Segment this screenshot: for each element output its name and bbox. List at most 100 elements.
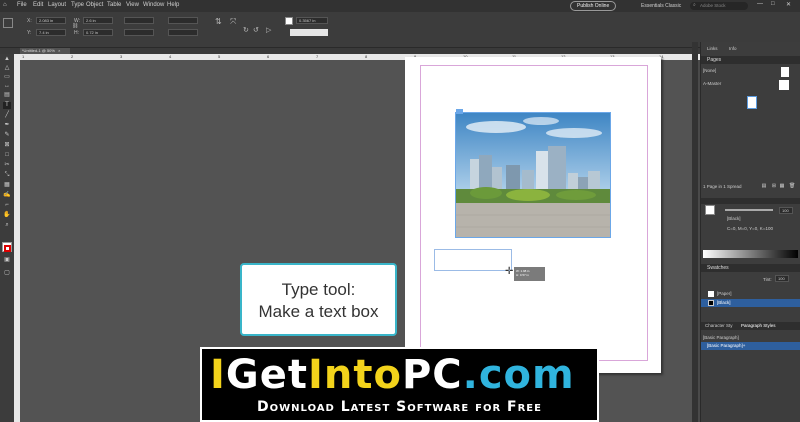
x-label: X: bbox=[27, 18, 32, 24]
link-badge-icon[interactable] bbox=[456, 109, 463, 114]
selection-tool-icon[interactable]: ▲ bbox=[3, 56, 11, 63]
page-tool-icon[interactable]: ▭ bbox=[3, 74, 11, 81]
publish-online-button[interactable]: Publish Online bbox=[570, 1, 617, 11]
panel-tab-info[interactable]: Info bbox=[729, 46, 737, 51]
ruler-tick-label: 4 bbox=[169, 54, 172, 59]
new-text-frame[interactable] bbox=[434, 249, 512, 271]
panel-tab-links[interactable]: Links bbox=[707, 46, 718, 51]
page-size-icon[interactable]: ▤ bbox=[761, 183, 767, 189]
swatch-tint-field[interactable]: 100 bbox=[775, 275, 789, 282]
color-tint-field[interactable]: 100 bbox=[779, 207, 793, 214]
search-icon: ⌕ bbox=[693, 2, 696, 8]
fill-swatch[interactable] bbox=[285, 17, 293, 25]
formatting-affects-container-icon[interactable]: ▣ bbox=[3, 257, 11, 264]
transform-icon[interactable]: ⤧ bbox=[230, 17, 236, 27]
menu-help[interactable]: Help bbox=[167, 2, 179, 8]
x-field[interactable]: 2.083 in bbox=[36, 17, 66, 24]
h-field[interactable]: 0.72 in bbox=[83, 29, 113, 36]
menu-layout[interactable]: Layout bbox=[48, 2, 66, 8]
scale-y-field[interactable] bbox=[124, 29, 154, 36]
new-page-icon[interactable]: ⊞ bbox=[771, 183, 777, 189]
rotate-cw-icon[interactable]: ↻ bbox=[243, 26, 249, 34]
swatch-paper[interactable]: [Paper] bbox=[717, 291, 732, 296]
placed-city-image[interactable] bbox=[455, 112, 611, 238]
menu-object[interactable]: Object bbox=[86, 2, 103, 8]
hand-tool-icon[interactable]: ✋ bbox=[3, 212, 11, 219]
menu-view[interactable]: View bbox=[126, 2, 139, 8]
ruler-tick-label: 6 bbox=[267, 54, 270, 59]
stroke-swatch[interactable] bbox=[4, 245, 11, 252]
zoom-tool-icon[interactable]: ⌕ bbox=[3, 222, 11, 229]
frame-tool-icon[interactable]: ⊠ bbox=[3, 142, 11, 149]
h-label: H: bbox=[74, 30, 79, 36]
flip-icon[interactable]: ⇅ bbox=[215, 17, 222, 26]
color-panel-header[interactable] bbox=[701, 198, 800, 204]
site-logo: IGetIntoPC.com bbox=[210, 352, 575, 398]
color-fill-stroke-swatch[interactable] bbox=[705, 205, 715, 215]
pages-item-none[interactable]: [None] bbox=[703, 68, 716, 73]
tab-paragraph-styles[interactable]: Paragraph Styles bbox=[741, 323, 776, 328]
tools-panel: ▲ △ ▭ ↔ ▤ T ╱ ✒ ✎ ⊠ □ ✂ ⤡ ▦ ✍ ⌐ ✋ ⌕ ▣ ▢ bbox=[0, 54, 14, 422]
swatch-tint-label: Tint: bbox=[763, 277, 772, 282]
color-slider[interactable] bbox=[725, 209, 773, 211]
swatch-black-row[interactable] bbox=[701, 299, 800, 307]
ruler-tick-label: 7 bbox=[316, 54, 319, 59]
eyedropper-tool-icon[interactable]: ⌐ bbox=[3, 202, 11, 209]
maximize-icon[interactable]: □ bbox=[771, 1, 775, 7]
paragraph-style-basic[interactable]: [Basic Paragraph]+ bbox=[707, 343, 745, 348]
gradient-tool-icon[interactable]: ▦ bbox=[3, 182, 11, 189]
city-skyline-photo bbox=[456, 113, 610, 237]
move-pages-icon[interactable]: ▦ bbox=[779, 183, 785, 189]
none-page-thumb bbox=[781, 67, 789, 77]
constrain-link-icon[interactable]: ⛓ bbox=[72, 23, 78, 29]
scale-x-field[interactable] bbox=[124, 17, 154, 24]
control-bar: X: 2.083 in Y: 7.4 in W: 2.6 in H: 0.72 … bbox=[0, 12, 800, 48]
screen-mode-icon[interactable]: ▢ bbox=[3, 270, 11, 277]
crosshair-cursor-icon: ✛ bbox=[505, 266, 514, 277]
select-container-icon[interactable]: ▷ bbox=[266, 26, 271, 34]
note-tool-icon[interactable]: ✍ bbox=[3, 192, 11, 199]
menu-edit[interactable]: Edit bbox=[33, 2, 43, 8]
gap-tool-icon[interactable]: ↔ bbox=[3, 83, 11, 90]
color-ramp[interactable] bbox=[703, 250, 798, 258]
minimize-icon[interactable]: — bbox=[757, 1, 763, 7]
free-transform-icon[interactable]: ⤡ bbox=[3, 172, 11, 179]
w-field[interactable]: 2.6 in bbox=[83, 17, 113, 24]
stroke-weight-field[interactable]: 0.3567 in bbox=[296, 17, 328, 24]
pen-tool-icon[interactable]: ✒ bbox=[3, 122, 11, 129]
page-1-thumb[interactable] bbox=[747, 96, 757, 109]
stock-search-input[interactable]: Adobe Stock bbox=[690, 2, 748, 10]
pencil-tool-icon[interactable]: ✎ bbox=[3, 132, 11, 139]
scissors-tool-icon[interactable]: ✂ bbox=[3, 162, 11, 169]
delete-page-icon[interactable]: 🗑 bbox=[789, 183, 795, 189]
stroke-type-field[interactable] bbox=[290, 29, 328, 36]
banner-tagline: Download Latest Software for Free bbox=[257, 399, 542, 415]
swatch-black[interactable]: [Black] bbox=[717, 300, 731, 305]
pages-item-a-master[interactable]: A-Master bbox=[703, 81, 721, 86]
workspace-switcher[interactable]: Essentials Classic bbox=[641, 3, 681, 9]
close-icon[interactable]: ✕ bbox=[786, 1, 791, 8]
home-icon[interactable]: ⌂ bbox=[3, 2, 7, 8]
tab-character-styles[interactable]: Character Sty bbox=[705, 323, 733, 328]
reference-point-icon[interactable] bbox=[3, 18, 13, 28]
menu-type[interactable]: Type bbox=[71, 2, 84, 8]
menu-table[interactable]: Table bbox=[107, 2, 121, 8]
content-collector-icon[interactable]: ▤ bbox=[3, 92, 11, 99]
swatches-panel-header[interactable]: Swatches bbox=[701, 264, 800, 272]
menu-file[interactable]: File bbox=[17, 2, 27, 8]
shear-field[interactable] bbox=[168, 29, 198, 36]
pages-status: 1 Page in 1 Spread bbox=[703, 184, 742, 189]
y-field[interactable]: 7.4 in bbox=[36, 29, 66, 36]
line-tool-icon[interactable]: ╱ bbox=[3, 112, 11, 119]
rotate-ccw-icon[interactable]: ↺ bbox=[253, 26, 259, 34]
stroke-color-name: [Black] bbox=[727, 216, 741, 221]
pages-panel-header[interactable]: Pages bbox=[701, 56, 800, 64]
menu-window[interactable]: Window bbox=[143, 2, 164, 8]
close-tab-icon[interactable]: × bbox=[58, 48, 60, 53]
rotate-field[interactable] bbox=[168, 17, 198, 24]
type-tool-icon[interactable]: T bbox=[3, 102, 11, 109]
rectangle-tool-icon[interactable]: □ bbox=[3, 152, 11, 159]
direct-selection-tool-icon[interactable]: △ bbox=[3, 65, 11, 72]
ruler-tick-label: 3 bbox=[120, 54, 123, 59]
callout-line-1: Type tool: bbox=[281, 280, 356, 299]
